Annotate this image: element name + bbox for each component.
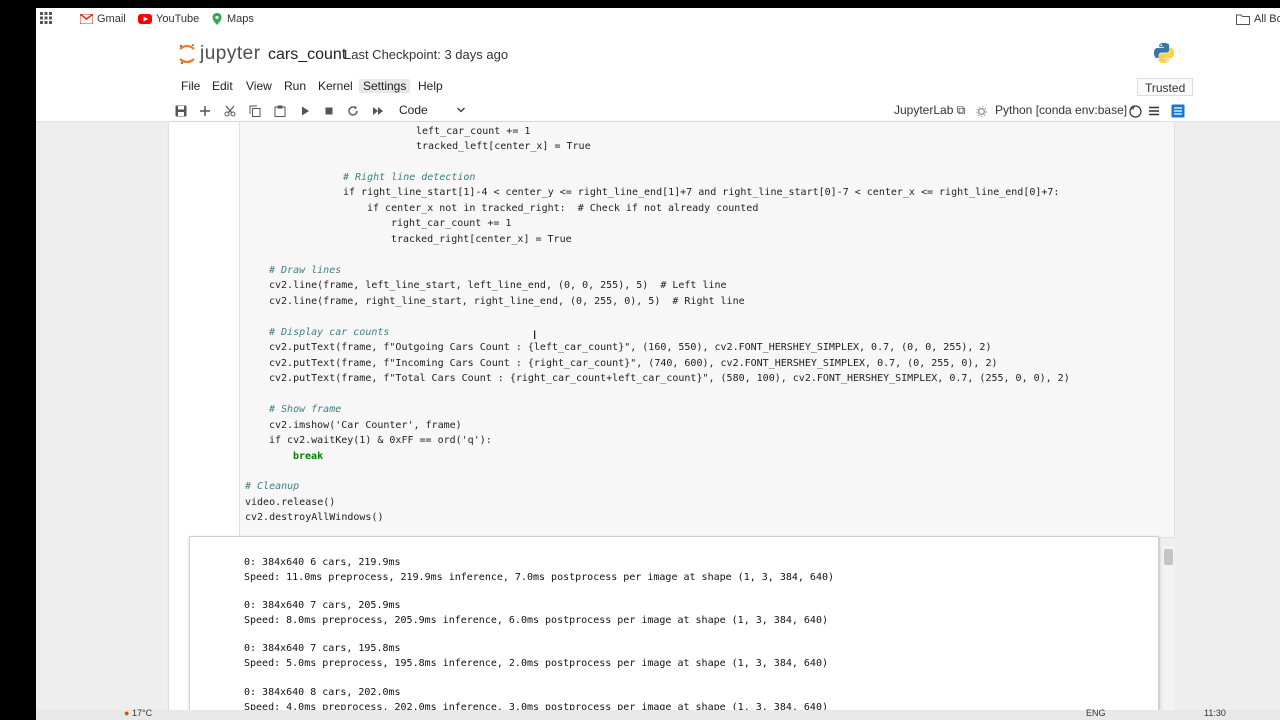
save-icon[interactable] <box>173 103 189 119</box>
bookmark-label: YouTube <box>156 13 200 25</box>
stop-icon[interactable] <box>321 103 337 119</box>
all-bookmarks[interactable]: All Bo <box>1236 13 1280 25</box>
code-comment: # Show frame <box>269 404 342 415</box>
add-cell-icon[interactable] <box>197 103 213 119</box>
open-jupyterlab-link[interactable]: JupyterLab ⧉ <box>894 103 965 118</box>
output-line: Speed: 11.0ms preprocess, 219.9ms infere… <box>244 572 835 583</box>
output-line: Speed: 5.0ms preprocess, 195.8ms inferen… <box>244 658 828 669</box>
code-line: tracked_left[center_x] = True <box>416 141 591 152</box>
copy-icon[interactable] <box>247 103 263 119</box>
jupyter-logo[interactable]: jupyter <box>178 42 261 66</box>
code-line: cv2.destroyAllWindows() <box>245 512 384 523</box>
notebook-title[interactable]: cars_count <box>268 46 346 64</box>
trusted-indicator[interactable]: Trusted <box>1137 78 1194 96</box>
table-of-contents-icon[interactable] <box>1170 103 1186 119</box>
code-line: right_car_count += 1 <box>391 218 512 229</box>
bookmarks-bar: Gmail YouTube Maps All Bo <box>36 8 1280 32</box>
jupyterlab-label: JupyterLab <box>894 103 954 117</box>
menu-help[interactable]: Help <box>414 79 447 93</box>
bookmark-gmail[interactable]: Gmail <box>80 13 126 25</box>
code-line: if cv2.waitKey(1) & 0xFF == ord('q'): <box>269 435 492 446</box>
jupyter-header: jupyter cars_count Last Checkpoint: 3 da… <box>36 36 1280 76</box>
bookmark-youtube[interactable]: YouTube <box>138 13 199 25</box>
menu-file[interactable]: File <box>177 79 204 93</box>
code-line: tracked_right[center_x] = True <box>391 234 572 245</box>
weather-icon: ● <box>124 708 130 718</box>
folder-icon <box>1236 14 1250 25</box>
output-line: 0: 384x640 8 cars, 202.0ms <box>244 687 401 698</box>
apps-grid-icon[interactable] <box>40 12 52 24</box>
jupyter-logo-text: jupyter <box>200 43 261 64</box>
output-line: 0: 384x640 7 cars, 205.9ms <box>244 600 401 611</box>
paste-icon[interactable] <box>272 103 288 119</box>
code-line: cv2.putText(frame, f"Outgoing Cars Count… <box>269 342 992 353</box>
maps-icon <box>211 13 223 25</box>
notebook-toolbar: Code JupyterLab ⧉ Python [conda env:base… <box>36 100 1280 122</box>
kernel-settings-icon[interactable] <box>973 103 989 119</box>
restart-icon[interactable] <box>345 103 361 119</box>
menu-bar: File Edit View Run Kernel Settings Help <box>36 76 1280 98</box>
language-indicator[interactable]: ENG <box>1086 708 1106 718</box>
kernel-name[interactable]: Python [conda env:base] * <box>995 103 1135 117</box>
youtube-icon <box>138 14 152 24</box>
gmail-icon <box>80 14 93 24</box>
code-line: cv2.imshow('Car Counter', frame) <box>269 420 462 431</box>
fast-forward-icon[interactable] <box>370 103 386 119</box>
kernel-status-icon <box>1127 103 1143 119</box>
output-scrollbar[interactable] <box>1163 546 1174 712</box>
chevron-down-icon[interactable] <box>456 104 466 118</box>
weather-temp: 17°C <box>131 708 153 718</box>
text-cursor-icon: I <box>533 328 537 342</box>
all-bookmarks-label: All Bo <box>1254 13 1280 25</box>
clock[interactable]: 11:30 <box>1204 708 1226 718</box>
cut-icon[interactable] <box>222 103 238 119</box>
menu-settings[interactable]: Settings <box>359 79 411 93</box>
bookmark-maps[interactable]: Maps <box>211 13 254 25</box>
code-line: cv2.line(frame, left_line_start, left_li… <box>269 280 727 291</box>
code-line: if center_x not in tracked_right: # Chec… <box>367 203 759 214</box>
code-line: video.release() <box>245 497 336 508</box>
code-comment: # Right line detection <box>343 172 476 183</box>
menu-edit[interactable]: Edit <box>208 79 237 93</box>
code-line: cv2.line(frame, right_line_start, right_… <box>269 296 745 307</box>
menu-kernel[interactable]: Kernel <box>314 79 357 93</box>
code-line: left_car_count += 1 <box>416 126 531 137</box>
browser-window: Gmail YouTube Maps All Bo jupyter cars_c… <box>36 8 1280 712</box>
code-line: cv2.putText(frame, f"Incoming Cars Count… <box>269 358 998 369</box>
menu-run[interactable]: Run <box>280 79 310 93</box>
python-logo-icon <box>1153 42 1175 69</box>
output-line: Speed: 8.0ms preprocess, 205.9ms inferen… <box>244 615 828 626</box>
menu-view[interactable]: View <box>242 79 276 93</box>
taskbar: ● 17°C ENG 11:30 <box>36 708 1280 720</box>
output-line: 0: 384x640 7 cars, 195.8ms <box>244 643 401 654</box>
cell-output[interactable]: 0: 384x640 6 cars, 219.9ms Speed: 11.0ms… <box>189 536 1159 712</box>
weather-widget[interactable]: ● 17°C <box>124 708 152 718</box>
jupyter-logo-icon <box>178 42 196 66</box>
code-line: if right_line_start[1]-4 < center_y <= r… <box>343 187 1060 198</box>
code-comment: # Draw lines <box>269 265 342 276</box>
code-comment: # Cleanup <box>245 481 300 492</box>
bookmark-label: Maps <box>227 13 254 25</box>
checkpoint-status: Last Checkpoint: 3 days ago <box>344 47 509 62</box>
menu-lines-icon[interactable] <box>1146 103 1162 119</box>
code-cell[interactable]: left_car_count += 1 tracked_left[center_… <box>239 122 1175 538</box>
code-comment: # Display car counts <box>269 327 390 338</box>
scrollbar-thumb[interactable] <box>1164 549 1173 565</box>
bookmark-label: Gmail <box>97 13 126 25</box>
output-line: 0: 384x640 6 cars, 219.9ms <box>244 557 401 568</box>
run-icon[interactable] <box>297 103 313 119</box>
external-link-icon: ⧉ <box>956 103 966 117</box>
code-line: cv2.putText(frame, f"Total Cars Count : … <box>269 373 1070 384</box>
cell-type-select[interactable]: Code <box>399 103 428 117</box>
code-keyword: break <box>293 451 324 462</box>
